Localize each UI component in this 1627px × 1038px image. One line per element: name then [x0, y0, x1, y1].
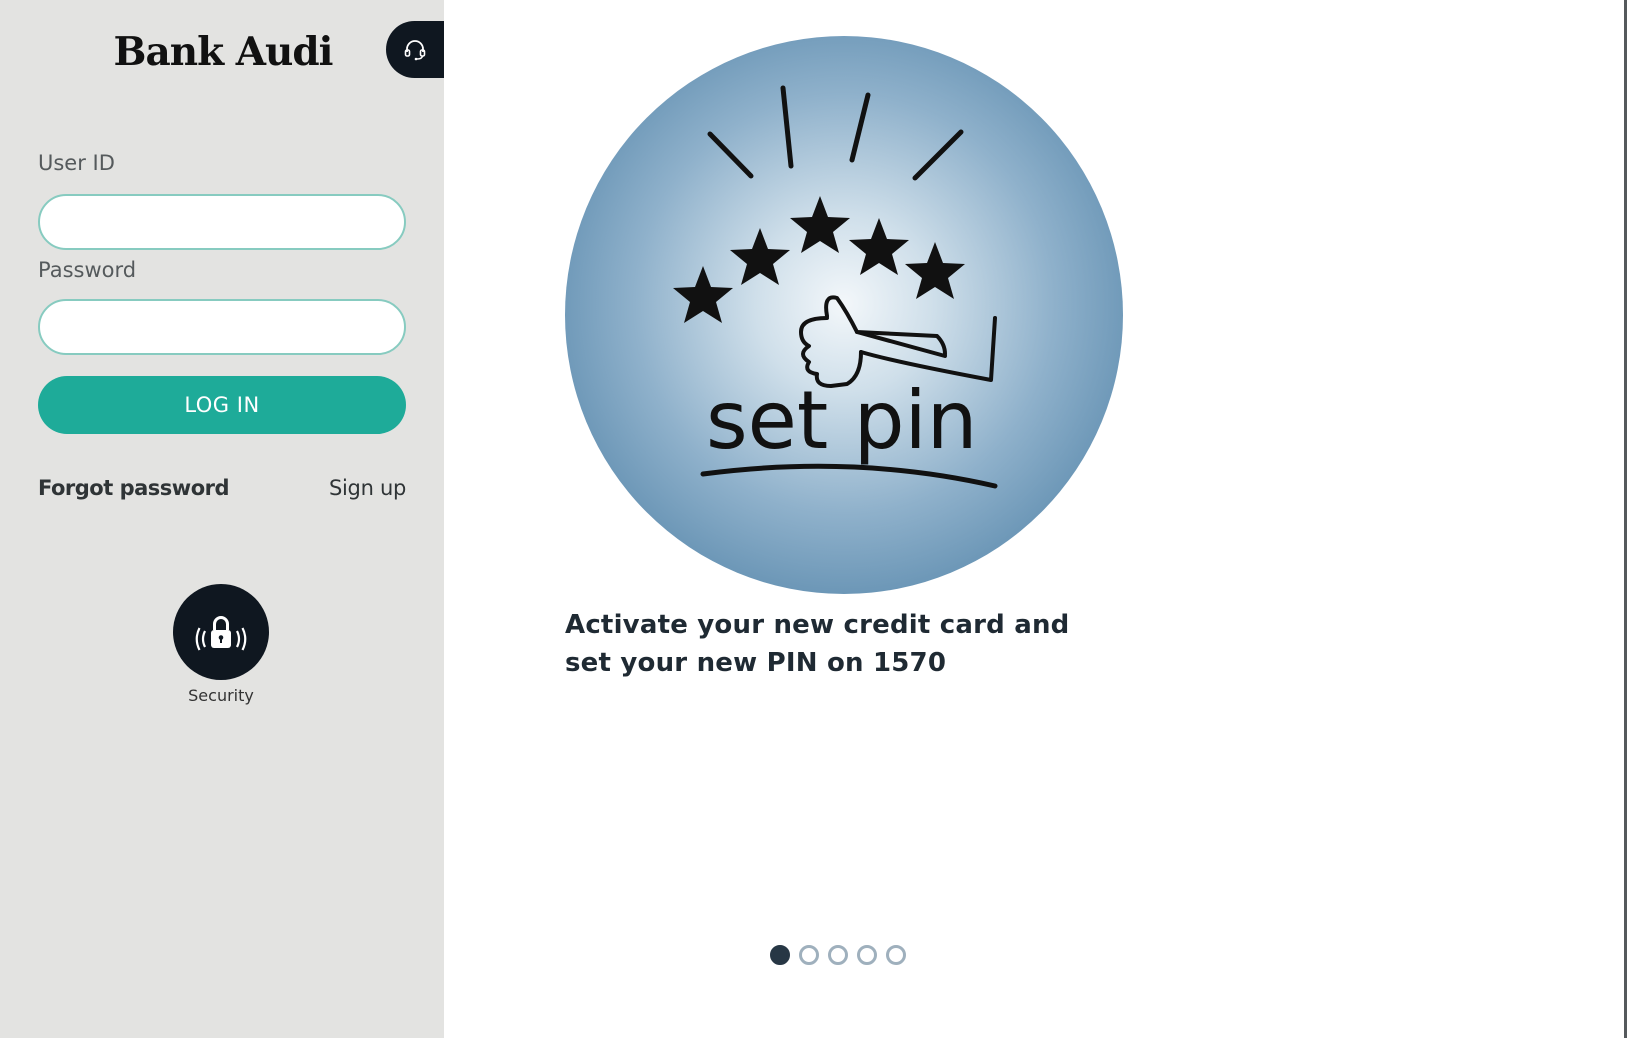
- star-icon: [849, 218, 909, 275]
- star-icon: [673, 266, 733, 323]
- login-sidebar: Bank Audi User ID Password LOG IN Forgot…: [0, 0, 444, 1038]
- carousel-dot-3[interactable]: [828, 945, 848, 965]
- security-button[interactable]: [173, 584, 269, 680]
- user-id-input[interactable]: [38, 194, 406, 250]
- promo-caption: Activate your new credit card and set yo…: [565, 610, 1070, 678]
- thumbs-up-icon: [799, 295, 997, 388]
- forgot-password-link[interactable]: Forgot password: [38, 476, 230, 500]
- sign-up-link[interactable]: Sign up: [329, 476, 406, 500]
- carousel-pagination: [770, 944, 906, 966]
- set-pin-promo-image: set pin: [565, 36, 1123, 594]
- star-icon: [790, 196, 850, 253]
- login-button[interactable]: LOG IN: [38, 376, 406, 434]
- password-label: Password: [38, 258, 137, 282]
- promo-carousel: set pin Activate your new credit card an…: [444, 0, 1627, 1038]
- carousel-dot-4[interactable]: [857, 945, 877, 965]
- carousel-dot-5[interactable]: [886, 945, 906, 965]
- user-id-label: User ID: [38, 151, 115, 175]
- bank-audi-logo[interactable]: Bank Audi: [108, 28, 338, 76]
- star-icon: [905, 242, 965, 299]
- carousel-dot-1[interactable]: [770, 945, 790, 965]
- password-input[interactable]: [38, 299, 406, 355]
- security-label: Security: [188, 686, 254, 705]
- carousel-dot-2[interactable]: [799, 945, 819, 965]
- set-pin-image-text: set pin: [706, 374, 977, 467]
- support-button[interactable]: [386, 21, 444, 78]
- star-icon: [730, 228, 790, 285]
- lock-signal-icon: [195, 616, 247, 651]
- headset-icon: [404, 39, 426, 60]
